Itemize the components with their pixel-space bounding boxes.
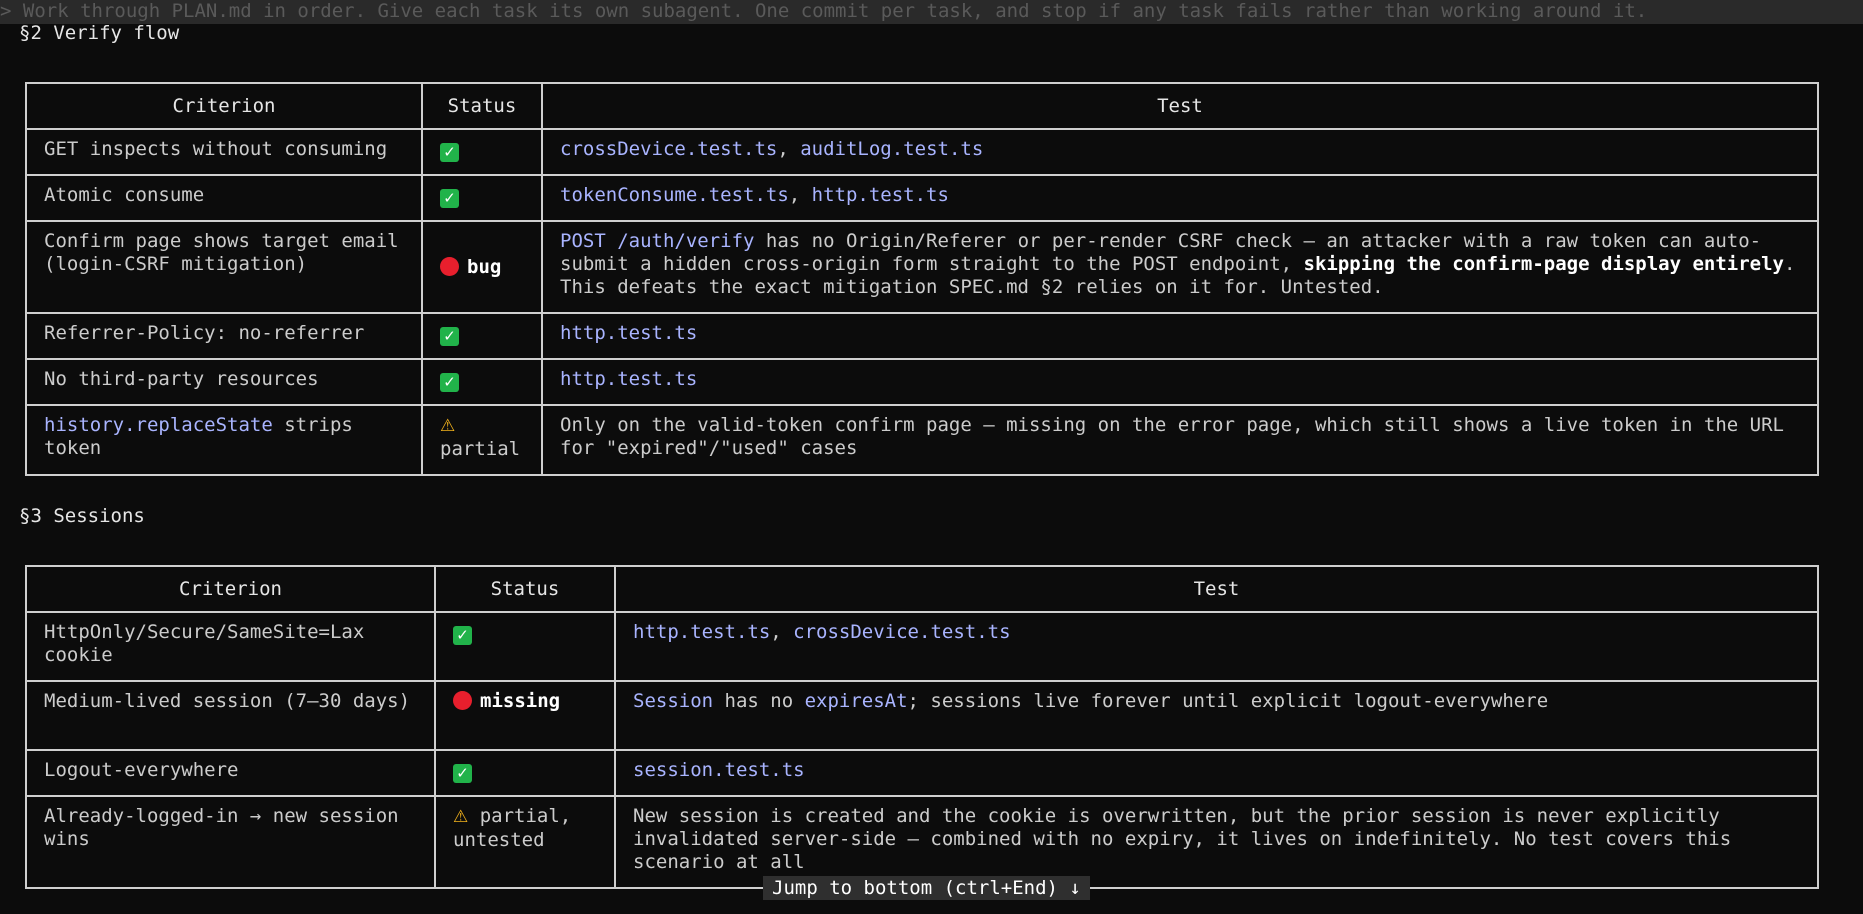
column-header-test: Test [541, 82, 1819, 130]
table-row: Medium-lived session (7–30 days) missing S… [25, 680, 1819, 751]
code-reference: session.test.ts [633, 759, 805, 781]
criterion-cell: Referrer-Policy: no-referrer [25, 312, 423, 360]
code-reference: crossDevice.test.ts [793, 621, 1011, 643]
emphasis-text: skipping the confirm-page display entire… [1303, 253, 1784, 275]
column-header-criterion: Criterion [25, 82, 423, 130]
verify-flow-table: Criterion Status Test GET inspects witho… [25, 82, 1819, 476]
cell-text: , [770, 621, 794, 643]
cell-text: has no [713, 690, 805, 712]
status-label: missing [480, 690, 561, 712]
cell-text: New session is created and the cookie is… [633, 805, 1732, 873]
table-row: Confirm page shows target email (login-C… [25, 220, 1819, 314]
red-circle-icon [453, 691, 472, 710]
section-title-verify-flow: §2 Verify flow [19, 22, 180, 44]
code-reference: http.test.ts [633, 621, 771, 643]
status-cell: bug [421, 220, 543, 314]
table-row: No third-party resources ✓ http.test.ts [25, 358, 1819, 406]
test-cell: tokenConsume.test.ts, http.test.ts [541, 174, 1819, 222]
criterion-cell: GET inspects without consuming [25, 128, 423, 176]
table-row: Referrer-Policy: no-referrer ✓ http.test.t… [25, 312, 1819, 360]
table-row: GET inspects without consuming ✓ crossDevi… [25, 128, 1819, 176]
cell-text: , [777, 138, 801, 160]
cell-text: , [788, 184, 812, 206]
status-cell: missing [434, 680, 616, 751]
code-reference: crossDevice.test.ts [560, 138, 778, 160]
cell-text: ; sessions live forever until explicit l… [907, 690, 1549, 712]
test-cell: http.test.ts [541, 312, 1819, 360]
criterion-cell: Logout-everywhere [25, 749, 436, 797]
check-icon: ✓ [440, 373, 459, 392]
sessions-rows: HttpOnly/Secure/SameSite=Lax cookie ✓ http… [25, 611, 1819, 889]
criterion-cell: Atomic consume [25, 174, 423, 222]
table-row: HttpOnly/Secure/SameSite=Lax cookie ✓ http… [25, 611, 1819, 682]
status-label: bug [467, 255, 502, 278]
warning-icon: ⚠ [440, 416, 456, 436]
test-cell: http.test.ts, crossDevice.test.ts [614, 611, 1819, 682]
column-header-status: Status [421, 82, 543, 130]
check-icon: ✓ [453, 626, 472, 645]
column-header-test: Test [614, 565, 1819, 613]
table-row: Atomic consume ✓ tokenConsume.test.ts, htt… [25, 174, 1819, 222]
code-reference: expiresAt [804, 690, 908, 712]
section-title-sessions: §3 Sessions [19, 505, 145, 527]
status-cell: ✓ [421, 128, 543, 176]
table-row: history.replaceState strips token ⚠ parti… [25, 404, 1819, 476]
code-reference: history.replaceState [44, 414, 273, 436]
table-row: Already-logged-in → new session wins ⚠ pa… [25, 795, 1819, 889]
criterion-cell: Already-logged-in → new session wins [25, 795, 436, 889]
cell-text: Only on the valid-token confirm page — m… [560, 414, 1784, 459]
verify-flow-rows: GET inspects without consuming ✓ crossDevi… [25, 128, 1819, 476]
test-cell: session.test.ts [614, 749, 1819, 797]
status-cell: ⚠ partial [421, 404, 543, 476]
criterion-cell: Medium-lived session (7–30 days) [25, 680, 436, 751]
code-reference: POST /auth/verify [560, 230, 755, 252]
code-reference: auditLog.test.ts [800, 138, 984, 160]
test-cell: Session has no expiresAt; sessions live … [614, 680, 1819, 751]
status-cell: ✓ [421, 358, 543, 406]
criterion-cell: No third-party resources [25, 358, 423, 406]
column-header-criterion: Criterion [25, 565, 436, 613]
code-reference: tokenConsume.test.ts [560, 184, 789, 206]
code-reference: http.test.ts [560, 368, 698, 390]
check-icon: ✓ [440, 143, 459, 162]
test-cell: http.test.ts [541, 358, 1819, 406]
sessions-table: Criterion Status Test HttpOnly/Secure/Sa… [25, 565, 1819, 889]
code-reference: Session [633, 690, 714, 712]
jump-to-bottom-button[interactable]: Jump to bottom (ctrl+End) ↓ [763, 876, 1090, 900]
test-cell: Only on the valid-token confirm page — m… [541, 404, 1819, 476]
status-cell: ✓ [434, 749, 616, 797]
status-label: partial [440, 438, 521, 460]
check-icon: ✓ [440, 189, 459, 208]
test-cell: New session is created and the cookie is… [614, 795, 1819, 889]
test-cell: crossDevice.test.ts, auditLog.test.ts [541, 128, 1819, 176]
status-cell: ✓ [421, 312, 543, 360]
status-cell: ✓ [421, 174, 543, 222]
criterion-cell: Confirm page shows target email (login-C… [25, 220, 423, 314]
status-label: partial, untested [453, 805, 572, 851]
test-cell: POST /auth/verify has no Origin/Referer … [541, 220, 1819, 314]
criterion-cell: HttpOnly/Secure/SameSite=Lax cookie [25, 611, 436, 682]
status-cell: ⚠ partial, untested [434, 795, 616, 889]
check-icon: ✓ [440, 327, 459, 346]
code-reference: http.test.ts [560, 322, 698, 344]
status-cell: ✓ [434, 611, 616, 682]
check-icon: ✓ [453, 764, 472, 783]
criterion-cell: history.replaceState strips token [25, 404, 423, 476]
red-circle-icon [440, 256, 459, 276]
warning-icon: ⚠ [453, 807, 469, 827]
table-row: Logout-everywhere ✓ session.test.ts [25, 749, 1819, 797]
column-header-status: Status [434, 565, 616, 613]
code-reference: http.test.ts [811, 184, 949, 206]
command-prompt-line: > Work through PLAN.md in order. Give ea… [0, 0, 1863, 24]
